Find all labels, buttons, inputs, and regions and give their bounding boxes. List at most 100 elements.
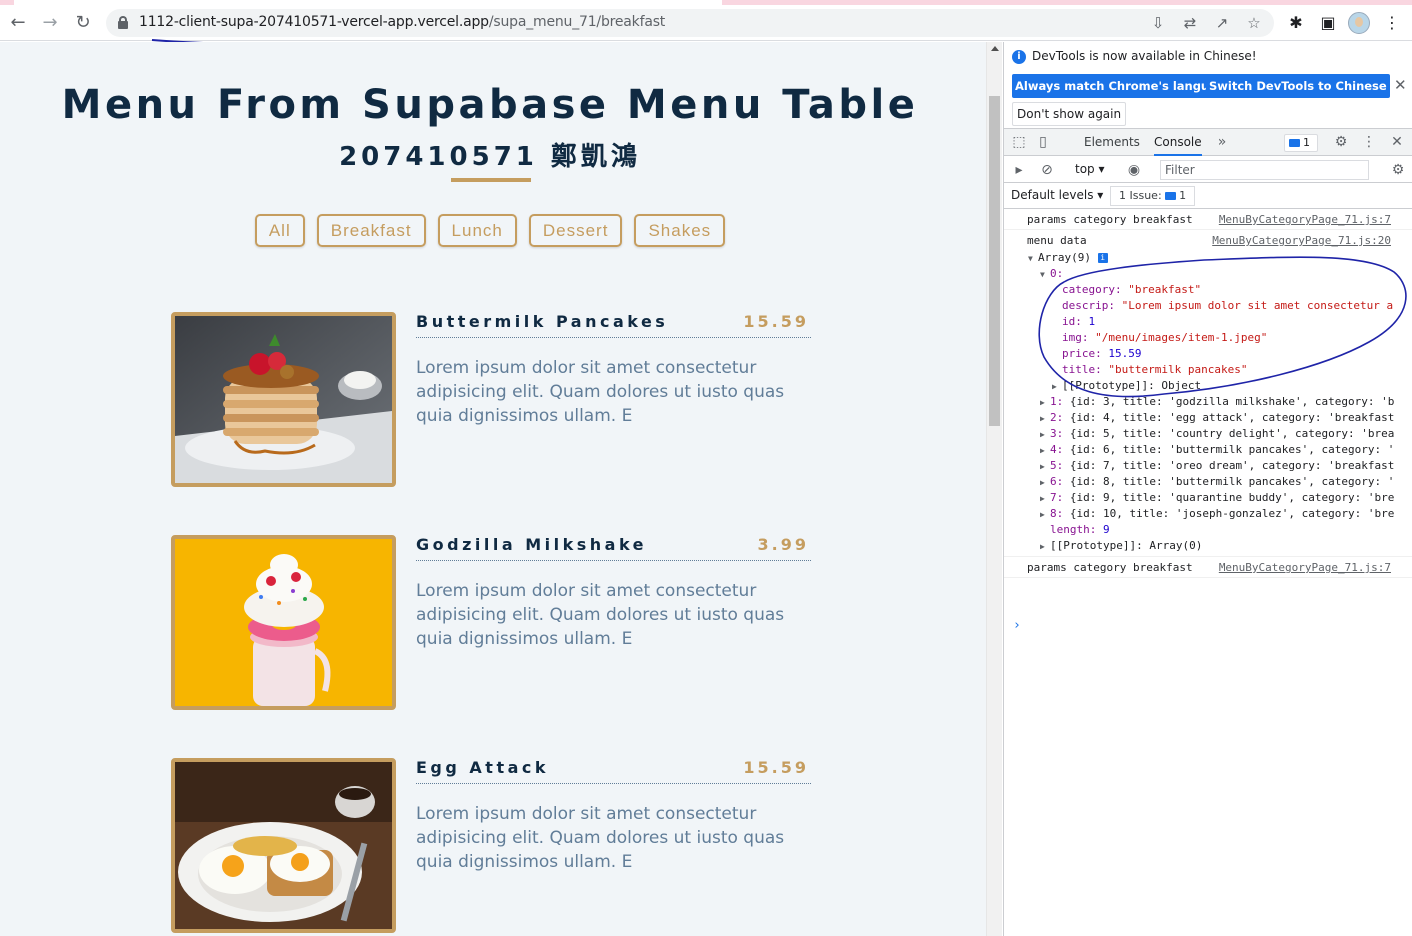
console-log-line: params category breakfast MenuByCategory…	[1004, 210, 1412, 230]
prop-category: category: "breakfast"	[1062, 283, 1202, 296]
tab-console[interactable]: Console	[1154, 129, 1202, 156]
array-item-row[interactable]: ▶ 5: {id: 7, title: 'oreo dream', categor…	[1040, 458, 1394, 474]
array-item-0[interactable]: ▼ 0:	[1040, 266, 1063, 282]
clear-console-icon[interactable]: ⊘	[1038, 161, 1056, 179]
devtools-tabbar: ⬚ ▯ Elements Console » 1 ⚙ ⋮ ✕	[1004, 128, 1412, 156]
array-item-row[interactable]: ▶ 3: {id: 5, title: 'country delight', ca…	[1040, 426, 1394, 442]
console-settings-gear-icon[interactable]: ⚙	[1389, 161, 1407, 179]
side-panel-icon[interactable]: ▣	[1316, 11, 1340, 35]
messages-count: 1	[1303, 136, 1310, 149]
reload-icon[interactable]: ↻	[71, 11, 95, 35]
translate-icon[interactable]: ⇄	[1180, 13, 1200, 33]
messages-badge[interactable]: 1	[1284, 134, 1318, 152]
issues-button[interactable]: 1 Issue: 1	[1110, 186, 1196, 206]
filter-all-button[interactable]: All	[254, 214, 305, 247]
item-price: 3.99	[757, 535, 809, 554]
share-icon[interactable]: ↗	[1212, 13, 1232, 33]
forward-arrow-icon[interactable]: →	[38, 11, 62, 35]
bookmark-star-icon[interactable]: ☆	[1244, 13, 1264, 33]
log-message: menu data	[1027, 234, 1087, 247]
url-path: /supa_menu_71/breakfast	[488, 14, 666, 30]
prop-price: price: 15.59	[1062, 347, 1142, 360]
infobar-text: DevTools is now available in Chinese!	[1032, 49, 1257, 63]
console-levelbar: Default levels ▾ 1 Issue: 1	[1004, 183, 1412, 209]
array-item-row[interactable]: ▶ 7: {id: 9, title: 'quarantine buddy', c…	[1040, 490, 1394, 506]
console-output: params category breakfast MenuByCategory…	[1004, 210, 1412, 936]
array-prototype[interactable]: ▶ [[Prototype]]: Array(0)	[1040, 538, 1202, 554]
pancakes-photo	[171, 312, 396, 487]
issues-label: 1 Issue:	[1119, 189, 1162, 202]
match-language-button[interactable]: Always match Chrome's language	[1012, 74, 1236, 98]
devtools-language-infobar: i DevTools is now available in Chinese! …	[1004, 42, 1412, 128]
more-tabs-chevron-icon[interactable]: »	[1213, 133, 1231, 151]
page-subtitle: 207410571 鄭凱鴻	[339, 142, 641, 172]
array-item-row[interactable]: ▶ 6: {id: 8, title: 'buttermilk pancakes'…	[1040, 474, 1394, 490]
scroll-thumb[interactable]	[989, 96, 1000, 426]
item-header: Buttermilk Pancakes 15.59	[416, 312, 811, 338]
filter-lunch-button[interactable]: Lunch	[437, 214, 517, 247]
item-info: Godzilla Milkshake 3.99 Lorem ipsum dolo…	[416, 535, 811, 651]
log-levels-dropdown[interactable]: Default levels ▾	[1011, 188, 1103, 202]
item-info: Buttermilk Pancakes 15.59 Lorem ipsum do…	[416, 312, 811, 428]
close-devtools-icon[interactable]: ✕	[1388, 133, 1406, 151]
install-app-icon[interactable]: ⇩	[1148, 13, 1168, 33]
menu-item: Godzilla Milkshake 3.99 Lorem ipsum dolo…	[171, 535, 811, 711]
filter-breakfast-button[interactable]: Breakfast	[316, 214, 426, 247]
console-log-line: params category breakfast MenuByCategory…	[1004, 558, 1412, 578]
item-description: Lorem ipsum dolor sit amet consectetur a…	[416, 804, 785, 872]
issues-count: 1	[1179, 189, 1187, 202]
item-description: Lorem ipsum dolor sit amet consectetur a…	[416, 581, 785, 649]
log-source-link[interactable]: MenuByCategoryPage_71.js:7	[1219, 561, 1391, 574]
context-label: top	[1075, 162, 1095, 176]
item-header: Godzilla Milkshake 3.99	[416, 535, 811, 561]
console-toolbar: ▸ ⊘ top ▾ ◉ Filter ⚙	[1004, 157, 1412, 183]
issue-icon	[1165, 192, 1177, 200]
log-message: params category breakfast	[1027, 213, 1193, 226]
array-item-row[interactable]: ▶ 8: {id: 10, title: 'joseph-gonzalez', c…	[1040, 506, 1394, 522]
category-filters: All Breakfast Lunch Dessert Shakes	[0, 214, 980, 248]
back-arrow-icon[interactable]: ←	[6, 11, 30, 35]
array-item-row[interactable]: ▶ 2: {id: 4, title: 'egg attack', categor…	[1040, 410, 1394, 426]
message-icon	[1289, 139, 1300, 147]
prop-id: id: 1	[1062, 315, 1096, 328]
sidebar-toggle-icon[interactable]: ▸	[1010, 161, 1028, 179]
address-bar[interactable]: 1112-client-supa-207410571-vercel-app.ve…	[106, 9, 1274, 37]
browser-toolbar: ← → ↻ 1112-client-supa-207410571-vercel-…	[0, 5, 1412, 41]
inspect-element-icon[interactable]: ⬚	[1010, 133, 1028, 151]
array-item-row[interactable]: ▶ 1: {id: 3, title: 'godzilla milkshake',…	[1040, 394, 1394, 410]
tab-elements[interactable]: Elements	[1084, 129, 1140, 156]
array-item-row[interactable]: ▶ 4: {id: 6, title: 'buttermilk pancakes'…	[1040, 442, 1394, 458]
page-viewport: Menu From Supabase Menu Table 207410571 …	[0, 42, 986, 936]
log-source-link[interactable]: MenuByCategoryPage_71.js:7	[1219, 213, 1391, 226]
item-title: Godzilla Milkshake	[416, 535, 648, 554]
scroll-up-arrow-icon[interactable]	[991, 46, 999, 51]
prop-title: title: "buttermilk pancakes"	[1062, 363, 1248, 376]
prop-img: img: "/menu/images/item-1.jpeg"	[1062, 331, 1268, 344]
page-title: Menu From Supabase Menu Table	[61, 82, 919, 128]
devtools-panel: i DevTools is now available in Chinese! …	[1003, 42, 1412, 936]
context-selector[interactable]: top ▾	[1075, 162, 1105, 176]
prototype-object[interactable]: ▶ [[Prototype]]: Object	[1052, 378, 1201, 394]
extensions-puzzle-icon[interactable]: ✱	[1284, 11, 1308, 35]
console-log-line: menu data MenuByCategoryPage_71.js:20 ▼ A…	[1004, 231, 1412, 557]
switch-to-chinese-button[interactable]: Switch DevTools to Chinese	[1206, 74, 1390, 98]
close-icon[interactable]: ✕	[1394, 76, 1407, 94]
filter-dessert-button[interactable]: Dessert	[528, 214, 623, 247]
log-source-link[interactable]: MenuByCategoryPage_71.js:20	[1212, 234, 1391, 247]
gear-icon[interactable]: ⚙	[1332, 133, 1350, 151]
console-prompt-chevron-icon[interactable]: ›	[1013, 618, 1021, 633]
eye-icon[interactable]: ◉	[1125, 161, 1143, 179]
lock-icon[interactable]	[118, 16, 128, 29]
more-menu-icon[interactable]: ⋮	[1380, 11, 1404, 35]
array-node[interactable]: ▼ Array(9) i	[1028, 250, 1108, 266]
dont-show-again-button[interactable]: Don't show again	[1012, 102, 1127, 126]
kebab-menu-icon[interactable]: ⋮	[1360, 133, 1378, 151]
url-text[interactable]: 1112-client-supa-207410571-vercel-app.ve…	[139, 14, 665, 30]
console-filter-input[interactable]: Filter	[1160, 160, 1369, 180]
filter-shakes-button[interactable]: Shakes	[634, 214, 726, 247]
item-price: 15.59	[743, 312, 809, 331]
page-scrollbar[interactable]	[986, 42, 1002, 936]
device-toolbar-icon[interactable]: ▯	[1034, 133, 1052, 151]
prop-descrip: descrip: "Lorem ipsum dolor sit amet con…	[1062, 299, 1394, 312]
profile-avatar[interactable]	[1348, 12, 1370, 34]
